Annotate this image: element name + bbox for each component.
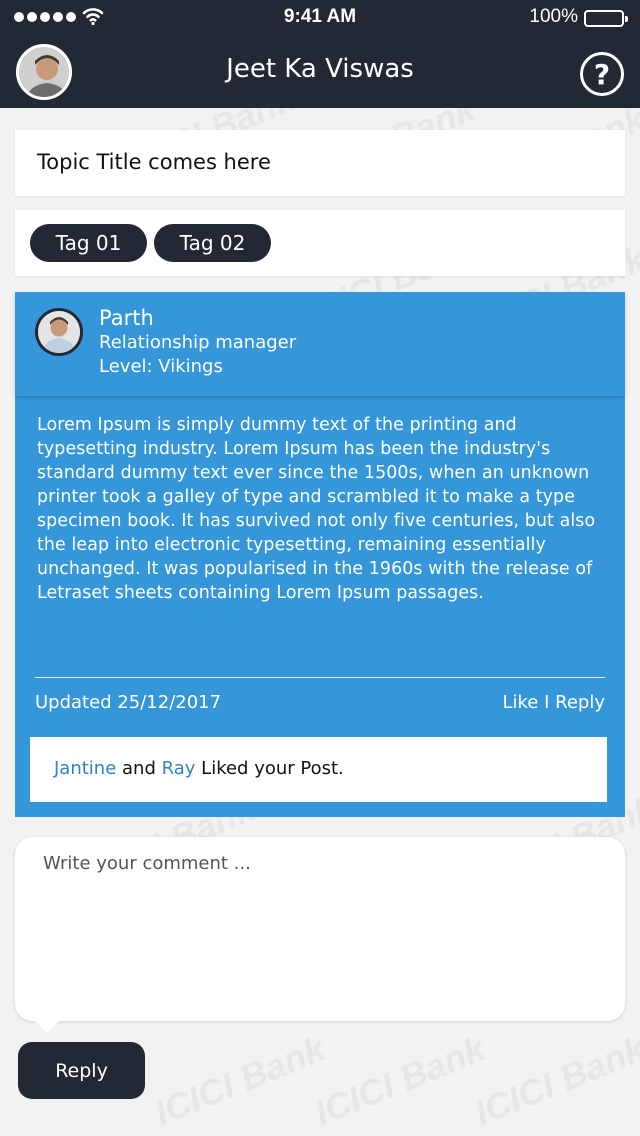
question-icon: ? <box>593 57 611 91</box>
likes-text: Jantine and Ray Liked your Post. <box>54 758 344 779</box>
reply-link[interactable]: Reply <box>555 692 605 713</box>
post-divider <box>35 677 605 678</box>
tag-chip[interactable]: Tag 01 <box>30 224 147 262</box>
person-icon <box>38 311 80 353</box>
post-card: Parth Relationship manager Level: Viking… <box>15 292 625 817</box>
post-body: Lorem Ipsum is simply dummy text of the … <box>37 415 596 603</box>
post-author-header: Parth Relationship manager Level: Viking… <box>15 292 625 396</box>
status-bar: 9:41 AM 100% <box>0 0 640 36</box>
help-button[interactable]: ? <box>580 52 624 96</box>
liker-link[interactable]: Jantine <box>54 758 116 779</box>
header-title: Jeet Ka Viswas <box>226 54 414 84</box>
comment-input[interactable] <box>43 853 603 1003</box>
tags-card: Tag 01 Tag 02 <box>15 210 625 276</box>
likes-summary: Jantine and Ray Liked your Post. <box>30 737 607 802</box>
author-name: Parth <box>99 306 154 330</box>
topic-card: Topic Title comes here <box>15 130 625 196</box>
reply-button[interactable]: Reply <box>18 1042 145 1099</box>
watermark-text: ICICI Bank <box>309 1028 492 1134</box>
post-actions: Like I Reply <box>502 692 605 713</box>
app-header: 9:41 AM 100% Jeet Ka Viswas ? <box>0 0 640 108</box>
watermark-text: ICICI Bank <box>469 1028 640 1134</box>
like-link[interactable]: Like <box>502 692 538 713</box>
action-separator: I <box>544 692 550 713</box>
comment-box <box>15 837 625 1033</box>
author-role: Relationship manager <box>99 332 297 353</box>
author-level: Level: Vikings <box>99 356 223 377</box>
post-updated-date: Updated 25/12/2017 <box>35 692 222 713</box>
likes-conjunction: and <box>122 758 156 779</box>
topic-title: Topic Title comes here <box>37 150 271 174</box>
battery-percent: 100% <box>529 6 578 27</box>
author-avatar[interactable] <box>35 308 83 356</box>
tag-chip[interactable]: Tag 02 <box>154 224 271 262</box>
liker-link[interactable]: Ray <box>162 758 196 779</box>
watermark-text: ICICI Bank <box>149 1028 332 1134</box>
likes-suffix: Liked your Post. <box>201 758 344 779</box>
battery-icon <box>584 10 628 27</box>
